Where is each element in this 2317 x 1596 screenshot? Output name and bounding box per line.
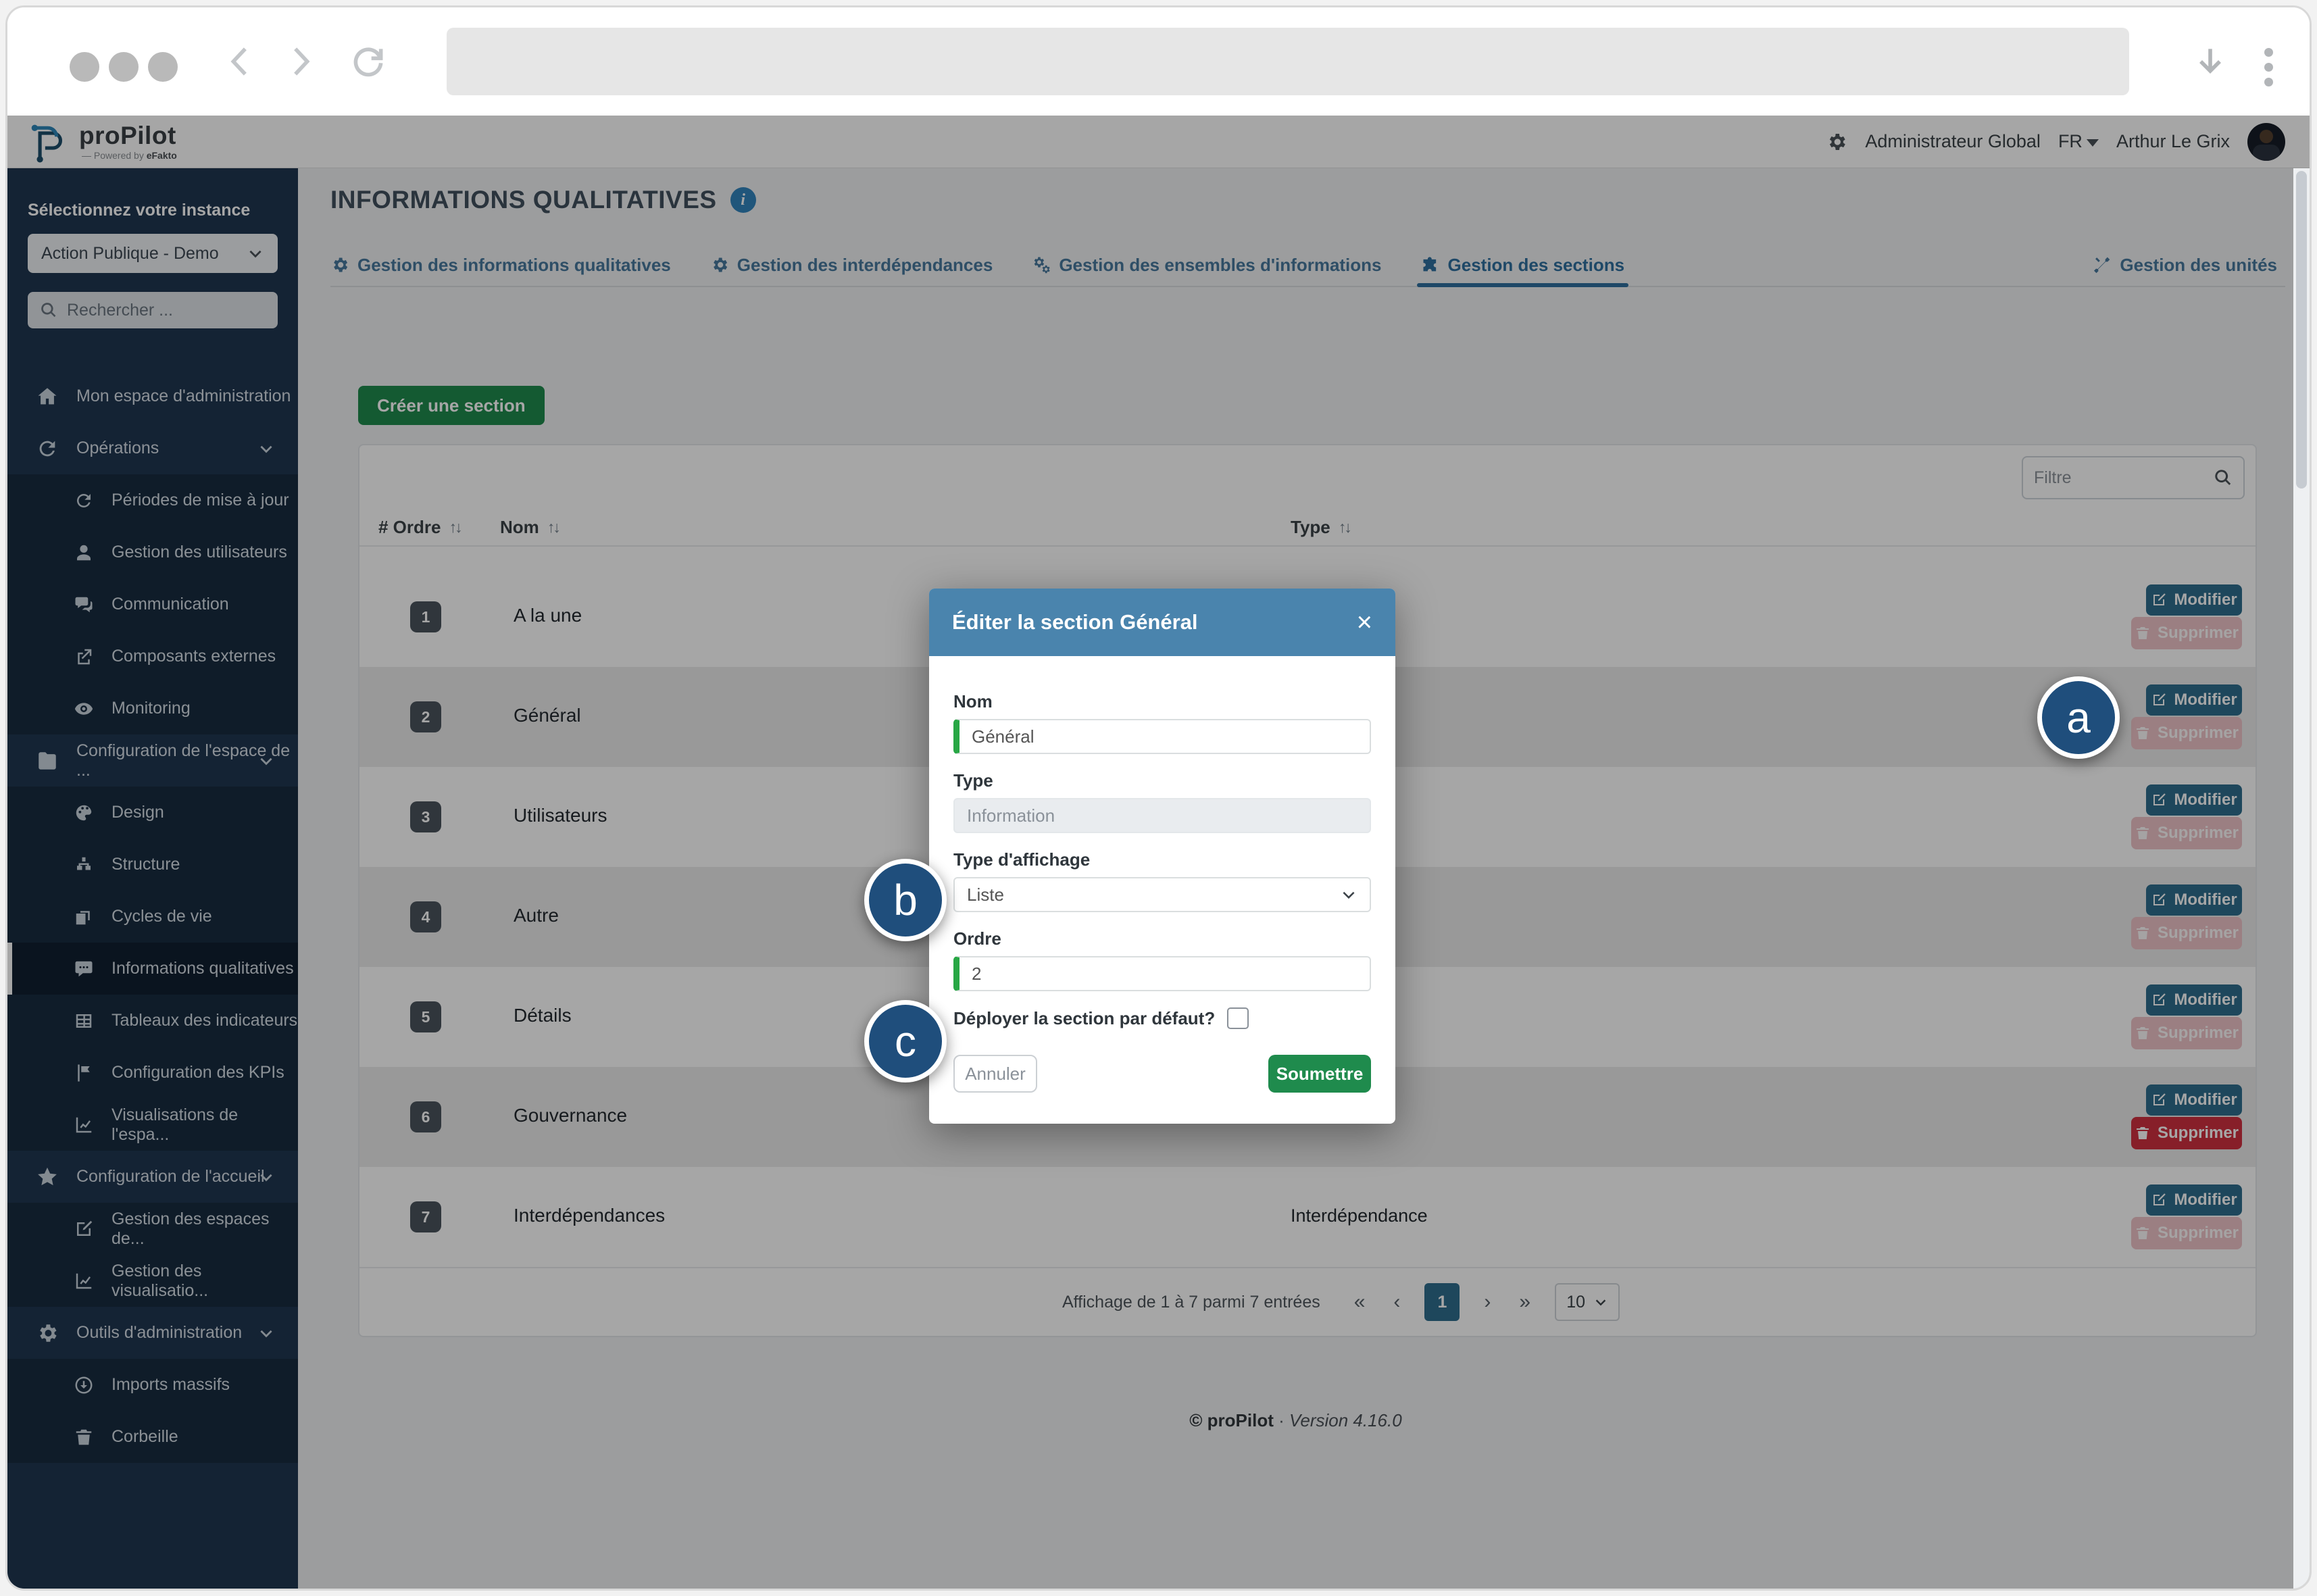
address-bar[interactable] (447, 28, 2129, 95)
deploy-checkbox[interactable] (1227, 1007, 1249, 1029)
browser-window: proPilot — Powered by eFakto Administrat… (5, 5, 2312, 1591)
annotation-badge-a: a (2037, 676, 2120, 759)
download-icon[interactable] (2191, 43, 2229, 80)
ordre-label: Ordre (953, 928, 1371, 949)
submit-button[interactable]: Soumettre (1268, 1055, 1371, 1093)
browser-forward-icon[interactable] (280, 43, 318, 80)
nom-label: Nom (953, 691, 1371, 712)
cancel-button[interactable]: Annuler (953, 1055, 1037, 1093)
ordre-input[interactable] (972, 964, 1357, 984)
annotation-badge-b: b (864, 859, 947, 941)
modal-header: Éditer la section Général × (929, 589, 1395, 656)
affichage-value: Liste (967, 884, 1004, 905)
type-label: Type (953, 770, 1371, 791)
type-input (967, 805, 1357, 826)
app-root: proPilot — Powered by eFakto Administrat… (7, 116, 2310, 1589)
browser-back-icon[interactable] (222, 43, 260, 80)
chevron-down-icon (1340, 886, 1357, 903)
traffic-light-icon[interactable] (148, 52, 178, 82)
modal-title: Éditer la section Général (952, 610, 1198, 634)
nom-field-wrap (953, 719, 1371, 754)
affichage-label: Type d'affichage (953, 849, 1371, 870)
close-icon[interactable]: × (1357, 609, 1372, 636)
browser-chrome (7, 7, 2310, 116)
browser-refresh-icon[interactable] (349, 43, 387, 80)
traffic-light-icon[interactable] (70, 52, 99, 82)
page-scrollbar (2293, 168, 2310, 1589)
edit-section-modal: Éditer la section Général × Nom Type Typ… (929, 589, 1395, 1124)
deploy-checkbox-label: Déployer la section par défaut? (953, 1008, 1215, 1029)
annotation-badge-c: c (864, 1000, 947, 1082)
affichage-select[interactable]: Liste (953, 877, 1371, 912)
nom-input[interactable] (972, 726, 1357, 747)
browser-menu-kebab-icon[interactable] (2264, 48, 2272, 93)
ordre-field-wrap (953, 956, 1371, 991)
type-field-wrap (953, 798, 1371, 833)
scrollbar-thumb[interactable] (2296, 171, 2307, 489)
traffic-light-icon[interactable] (109, 52, 139, 82)
